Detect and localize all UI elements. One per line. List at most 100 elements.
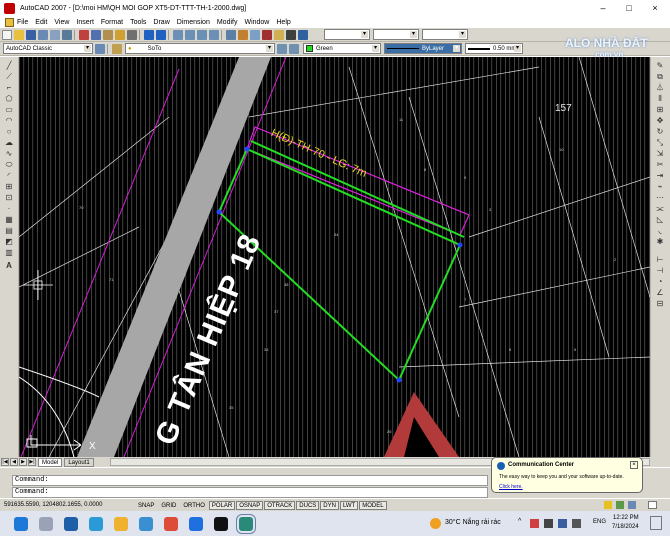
chevron-up-icon[interactable]: ^ bbox=[518, 518, 521, 525]
join-icon[interactable]: ⫘ bbox=[655, 204, 665, 213]
copy-object-icon[interactable]: ⧉ bbox=[655, 72, 665, 81]
zoom-realtime-icon[interactable] bbox=[185, 29, 195, 40]
weather-text[interactable]: 30°C Nắng rải rác bbox=[445, 519, 501, 526]
autocad-app-icon[interactable] bbox=[4, 2, 15, 14]
menu-help[interactable]: Help bbox=[276, 19, 290, 26]
plot-preview-icon[interactable] bbox=[50, 29, 60, 40]
multiline-text-icon[interactable]: A bbox=[4, 261, 14, 270]
next-tab-button[interactable]: ▶ bbox=[19, 458, 27, 466]
zoom-previous-icon[interactable] bbox=[209, 29, 219, 40]
language-indicator[interactable]: ENG bbox=[593, 519, 606, 525]
insert-block-icon[interactable]: ⊞ bbox=[4, 182, 14, 191]
drawing-canvas[interactable]: X H(Đ)-TH-70 - LG: 7m 157 G TÂN HIỆP 18 … bbox=[19, 57, 650, 457]
lot-vertex[interactable] bbox=[216, 209, 222, 215]
tray-app-icon[interactable] bbox=[530, 519, 539, 528]
minimize-button[interactable]: – bbox=[590, 0, 616, 16]
dyn-toggle[interactable]: DYN bbox=[320, 500, 339, 510]
menu-edit[interactable]: Edit bbox=[35, 19, 47, 26]
redo-icon[interactable] bbox=[156, 29, 166, 40]
sheet-set-icon[interactable] bbox=[262, 29, 272, 40]
pan-icon[interactable] bbox=[173, 29, 183, 40]
break-icon[interactable]: ⋯ bbox=[655, 193, 665, 202]
zoom-app-icon[interactable] bbox=[64, 516, 78, 531]
tab-model[interactable]: Model bbox=[38, 457, 63, 467]
move-icon[interactable]: ✥ bbox=[655, 116, 665, 125]
menu-dimension[interactable]: Dimension bbox=[177, 19, 210, 26]
match-properties-icon[interactable] bbox=[115, 29, 125, 40]
zoom-window-icon[interactable] bbox=[197, 29, 207, 40]
trim-icon[interactable]: ✂ bbox=[655, 160, 665, 169]
undo-icon[interactable] bbox=[144, 29, 154, 40]
menu-draw[interactable]: Draw bbox=[153, 19, 169, 26]
quick-dimension-icon[interactable]: ⊟ bbox=[655, 299, 665, 308]
workspace-settings-icon[interactable] bbox=[95, 43, 105, 54]
tool-palettes-icon[interactable] bbox=[250, 29, 260, 40]
table-style-select[interactable]: ▾ bbox=[422, 29, 468, 40]
warning-icon[interactable] bbox=[604, 501, 612, 509]
menu-tools[interactable]: Tools bbox=[130, 19, 146, 26]
dimension-aligned-icon[interactable]: ⊣ bbox=[655, 266, 665, 275]
save-icon[interactable] bbox=[26, 29, 36, 40]
dimension-angular-icon[interactable]: ∠ bbox=[655, 288, 665, 297]
lot-vertex[interactable] bbox=[244, 146, 250, 152]
array-icon[interactable]: ⊞ bbox=[655, 105, 665, 114]
table-icon[interactable]: ▥ bbox=[4, 248, 14, 257]
polar-toggle[interactable]: POLAR bbox=[208, 500, 236, 510]
ducs-toggle[interactable]: DUCS bbox=[296, 500, 320, 510]
layer-manager-icon[interactable] bbox=[112, 43, 122, 54]
prev-tab-button[interactable]: ◀ bbox=[10, 458, 18, 466]
revision-cloud-icon[interactable]: ☁ bbox=[4, 138, 14, 147]
spline-icon[interactable]: ∿ bbox=[4, 149, 14, 158]
ortho-toggle[interactable]: ORTHO bbox=[180, 500, 208, 510]
cut-icon[interactable] bbox=[79, 29, 89, 40]
communication-center-icon[interactable] bbox=[628, 501, 636, 509]
text-style-select[interactable]: ▾ bbox=[324, 29, 370, 40]
properties-icon[interactable] bbox=[226, 29, 236, 40]
clock-date[interactable]: 7/18/2024 bbox=[612, 524, 639, 530]
first-tab-button[interactable]: |◀ bbox=[1, 458, 9, 466]
stretch-icon[interactable]: ⇲ bbox=[655, 149, 665, 158]
break-point-icon[interactable]: ⌁ bbox=[655, 182, 665, 191]
edge-icon[interactable] bbox=[89, 516, 103, 531]
menu-view[interactable]: View bbox=[54, 19, 69, 26]
print-icon[interactable] bbox=[38, 29, 48, 40]
explode-icon[interactable]: ✱ bbox=[655, 237, 665, 246]
osnap-toggle[interactable]: OSNAP bbox=[236, 500, 264, 510]
maximize-button[interactable]: □ bbox=[616, 0, 642, 16]
snap-toggle[interactable]: SNAP bbox=[135, 500, 158, 510]
network-icon[interactable] bbox=[558, 519, 567, 528]
layer-previous-icon[interactable] bbox=[289, 43, 299, 54]
lock-icon[interactable] bbox=[616, 501, 624, 509]
publish-icon[interactable] bbox=[62, 29, 72, 40]
store-icon[interactable] bbox=[139, 516, 153, 531]
notification-link[interactable]: Click here. bbox=[499, 484, 523, 490]
block-editor-icon[interactable] bbox=[127, 29, 137, 40]
tab-layout1[interactable]: Layout1 bbox=[64, 457, 94, 467]
paste-icon[interactable] bbox=[103, 29, 113, 40]
help-icon[interactable] bbox=[298, 29, 308, 40]
autocad-taskbar-icon[interactable] bbox=[236, 513, 256, 534]
construction-line-icon[interactable]: ⟋ bbox=[4, 72, 14, 81]
dim-style-select[interactable]: ▾ bbox=[373, 29, 419, 40]
arc-icon[interactable]: ◠ bbox=[4, 116, 14, 125]
lineweight-select[interactable]: 0.50 mm ▾ bbox=[465, 43, 523, 54]
menu-file[interactable]: File bbox=[17, 19, 28, 26]
start-icon[interactable] bbox=[14, 516, 28, 531]
make-block-icon[interactable]: ⊡ bbox=[4, 193, 14, 202]
notifications-icon[interactable] bbox=[650, 516, 662, 530]
gradient-icon[interactable]: ▤ bbox=[4, 226, 14, 235]
tray-app-icon-2[interactable] bbox=[544, 519, 553, 528]
zalo-icon[interactable] bbox=[189, 516, 203, 531]
dimension-linear-icon[interactable]: ⊢ bbox=[655, 255, 665, 264]
communication-center-balloon[interactable]: Communication Center × The easy way to k… bbox=[491, 457, 643, 493]
color-select[interactable]: Green ▾ bbox=[303, 43, 381, 54]
markup-icon[interactable] bbox=[274, 29, 284, 40]
copy-icon[interactable] bbox=[91, 29, 101, 40]
close-button[interactable]: × bbox=[642, 0, 668, 16]
workspace-select[interactable]: AutoCAD Classic ▾ bbox=[3, 43, 93, 54]
scale-icon[interactable]: ⤡ bbox=[655, 138, 665, 147]
offset-icon[interactable]: ⫴ bbox=[655, 94, 665, 103]
chamfer-icon[interactable]: ◺ bbox=[655, 215, 665, 224]
last-tab-button[interactable]: ▶| bbox=[28, 458, 36, 466]
file-explorer-icon[interactable] bbox=[114, 516, 128, 531]
